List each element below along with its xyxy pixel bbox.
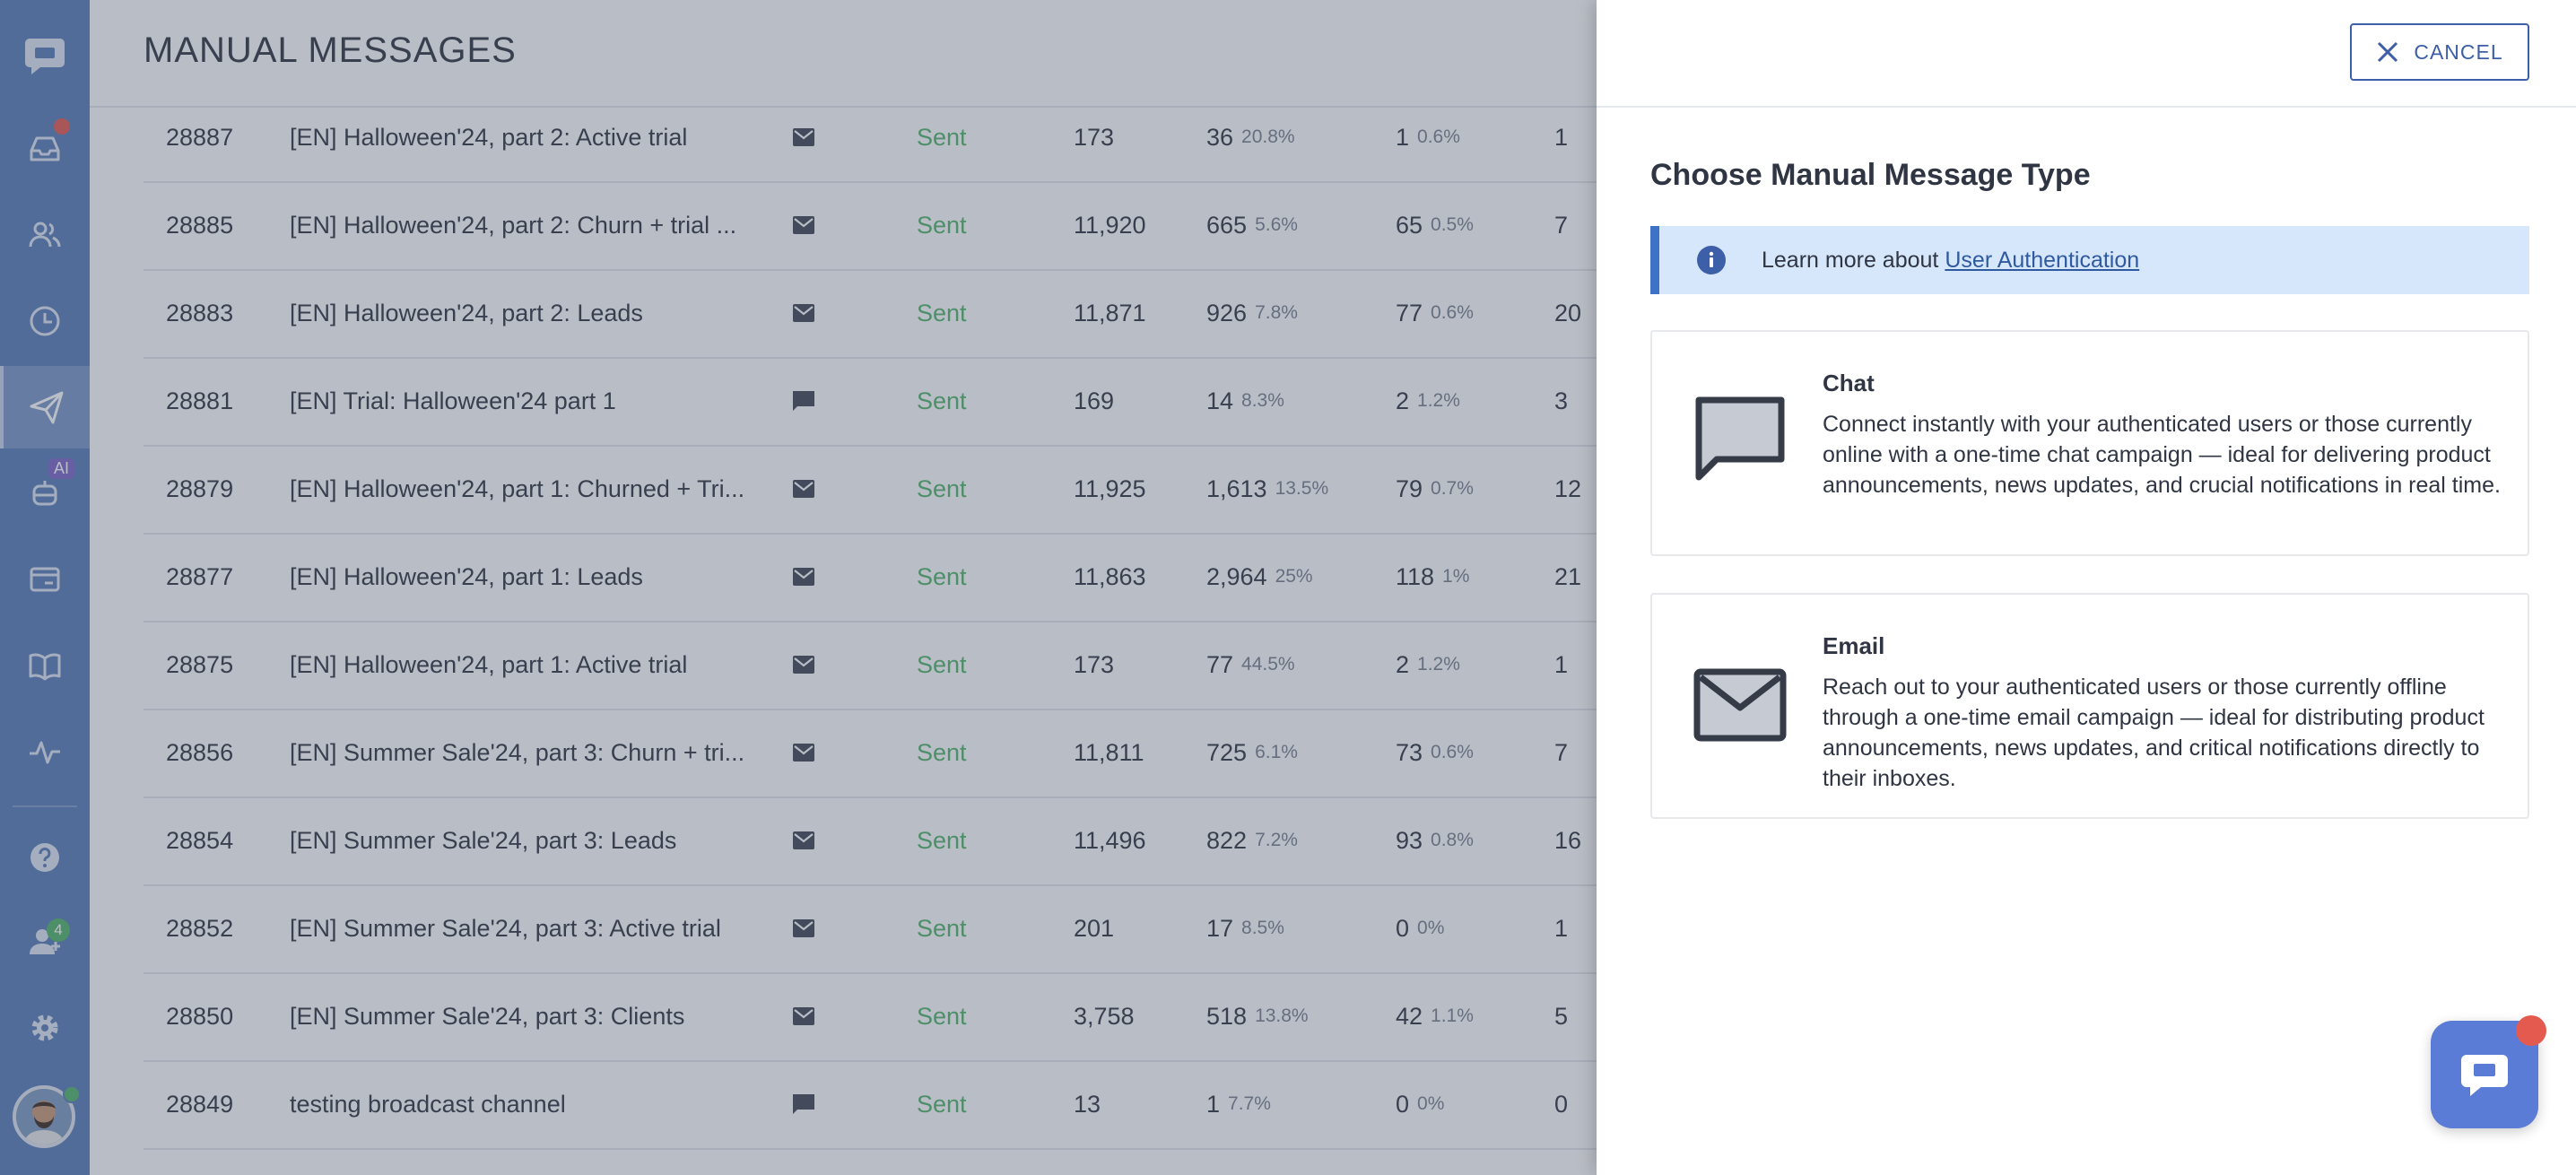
- info-text: Learn more about: [1762, 247, 1939, 273]
- envelope-icon: [1693, 668, 1787, 742]
- chat-bubble-icon: [1693, 395, 1787, 488]
- cancel-button[interactable]: CANCEL: [2350, 23, 2529, 81]
- email-option-description: Reach out to your authenticated users or…: [1823, 675, 2485, 791]
- email-option-title: Email: [1823, 632, 1885, 659]
- close-icon: [2376, 40, 2399, 64]
- user-authentication-link[interactable]: User Authentication: [1945, 248, 2139, 274]
- chat-option-card[interactable]: Chat Connect instantly with your authent…: [1650, 330, 2529, 556]
- panel-title: Choose Manual Message Type: [1650, 158, 2091, 192]
- email-option-card[interactable]: Email Reach out to your authenticated us…: [1650, 593, 2529, 819]
- info-icon: [1697, 246, 1726, 274]
- chat-option-description: Connect instantly with your authenticate…: [1823, 412, 2501, 498]
- info-banner: Learn more about User Authentication: [1650, 226, 2529, 294]
- chat-widget-icon: [2458, 1048, 2511, 1101]
- chat-option-title: Chat: [1823, 370, 1875, 396]
- support-notification-dot: [2516, 1015, 2546, 1046]
- modal-overlay[interactable]: [0, 0, 1597, 1175]
- panel-header-divider: [1597, 106, 2576, 108]
- message-type-panel: CANCEL Choose Manual Message Type Learn …: [1597, 0, 2576, 1175]
- cancel-label: CANCEL: [2414, 39, 2503, 64]
